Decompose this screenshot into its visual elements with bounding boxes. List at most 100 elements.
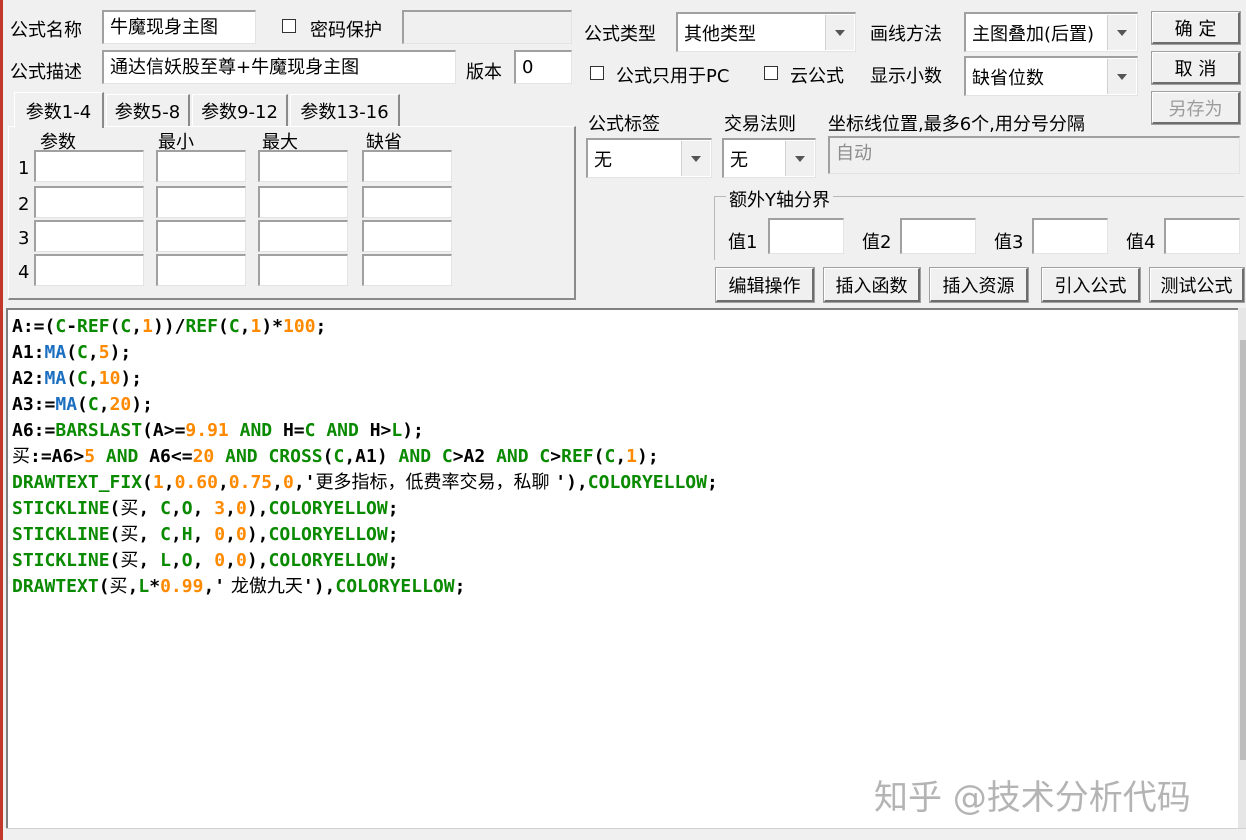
edit-ops-button[interactable]: 编辑操作 — [716, 268, 814, 302]
decimals-label: 显示小数 — [870, 66, 942, 87]
formula-name-label: 公式名称 — [10, 20, 82, 41]
password-checkbox[interactable] — [282, 19, 296, 33]
description-input[interactable]: 通达信妖股至尊+牛魔现身主图 — [102, 50, 456, 84]
cancel-button[interactable]: 取 消 — [1152, 52, 1240, 84]
code-token: 1 — [152, 472, 164, 493]
tab-params-1-4[interactable]: 参数1-4 — [14, 92, 104, 128]
code-line[interactable]: A2:MA(C,10); — [12, 366, 1238, 392]
code-token: , — [225, 498, 236, 519]
code-token: , — [87, 342, 99, 363]
code-token: C — [441, 446, 453, 467]
y-value-1-input[interactable] — [768, 218, 844, 254]
code-token: '), — [555, 472, 588, 493]
y-value-3-input[interactable] — [1032, 218, 1108, 254]
param-row-number: 2 — [18, 194, 30, 215]
code-line[interactable]: 买:=A6>5 AND A6<=20 AND CROSS(C,A1) AND C… — [12, 444, 1238, 470]
param-2-max[interactable] — [258, 186, 348, 218]
decimals-select[interactable]: 缺省位数 — [964, 56, 1138, 96]
cloud-checkbox[interactable] — [764, 66, 778, 80]
param-2-min[interactable] — [156, 186, 246, 218]
ok-button[interactable]: 确 定 — [1152, 12, 1240, 44]
code-token: C — [120, 316, 132, 337]
code-token: )* — [261, 316, 284, 337]
formula-type-label: 公式类型 — [584, 24, 656, 45]
draw-method-select[interactable]: 主图叠加(后置) — [964, 12, 1138, 52]
import-formula-button[interactable]: 引入公式 — [1042, 268, 1140, 302]
param-4-max[interactable] — [258, 254, 348, 286]
test-formula-button[interactable]: 测试公式 — [1150, 268, 1244, 302]
code-token: C — [55, 316, 67, 337]
code-token: , — [192, 498, 215, 519]
param-3-default[interactable] — [362, 220, 452, 252]
trade-rule-select[interactable]: 无 — [722, 138, 816, 178]
code-token: MA — [55, 394, 78, 415]
param-4-min[interactable] — [156, 254, 246, 286]
param-1-name[interactable] — [34, 150, 144, 182]
chevron-down-icon[interactable] — [681, 141, 710, 176]
param-1-min[interactable] — [156, 150, 246, 182]
code-token: , — [131, 316, 143, 337]
code-line[interactable]: STICKLINE(买, L,O, 0,0),COLORYELLOW; — [12, 548, 1238, 574]
code-token: ( — [593, 446, 605, 467]
code-token: 0 — [235, 524, 247, 545]
description-label: 公式描述 — [10, 62, 82, 83]
code-token: ( — [109, 524, 121, 545]
horizontal-scrollbar[interactable] — [6, 828, 1246, 840]
param-4-name[interactable] — [34, 254, 144, 286]
code-token: 买 — [12, 446, 30, 467]
chevron-down-icon[interactable] — [825, 15, 854, 50]
code-token: 龙傲九天 — [225, 576, 303, 597]
code-token: C — [87, 394, 99, 415]
insert-resource-button[interactable]: 插入资源 — [930, 268, 1028, 302]
code-token: COLORYELLOW — [268, 550, 388, 571]
code-token: AND — [95, 446, 150, 467]
code-token: - — [66, 316, 78, 337]
code-token: , — [138, 550, 161, 571]
code-token: 100 — [283, 316, 316, 337]
code-token: 买 — [120, 550, 139, 571]
code-line[interactable]: STICKLINE(买, C,O, 3,0),COLORYELLOW; — [12, 496, 1238, 522]
code-line[interactable]: A6:=BARSLAST(A>=9.91 AND H=C AND H>L); — [12, 418, 1238, 444]
code-line[interactable]: A:=(C-REF(C,1))/REF(C,1)*100; — [12, 314, 1238, 340]
chevron-down-icon[interactable] — [785, 141, 814, 176]
scrollbar-thumb[interactable] — [1240, 340, 1246, 760]
param-1-default[interactable] — [362, 150, 452, 182]
formula-name-input[interactable]: 牛魔现身主图 — [102, 10, 256, 44]
code-line[interactable]: STICKLINE(买, C,H, 0,0),COLORYELLOW; — [12, 522, 1238, 548]
code-editor[interactable]: A:=(C-REF(C,1))/REF(C,1)*100; A1:MA(C,5);… — [6, 308, 1238, 828]
formula-type-value: 其他类型 — [684, 23, 756, 45]
code-token: 1 — [626, 446, 637, 467]
chevron-down-icon[interactable] — [1107, 59, 1136, 94]
code-token: 更多指标，低费率交易，私聊 — [315, 472, 556, 493]
tab-params-5-8[interactable]: 参数5-8 — [106, 94, 190, 126]
tab-params-13-16[interactable]: 参数13-16 — [290, 94, 400, 126]
code-line[interactable]: DRAWTEXT_FIX(1,0.60,0.75,0,'更多指标，低费率交易，私… — [12, 470, 1238, 496]
code-token: ,' — [293, 472, 316, 493]
code-text[interactable]: A:=(C-REF(C,1))/REF(C,1)*100; A1:MA(C,5);… — [8, 310, 1238, 600]
y-value-2-input[interactable] — [900, 218, 976, 254]
pc-only-checkbox[interactable] — [590, 66, 604, 80]
param-4-default[interactable] — [362, 254, 452, 286]
param-2-name[interactable] — [34, 186, 144, 218]
param-3-max[interactable] — [258, 220, 348, 252]
code-token: ; — [387, 498, 399, 519]
param-2-default[interactable] — [362, 186, 452, 218]
insert-function-button[interactable]: 插入函数 — [824, 268, 920, 302]
param-3-min[interactable] — [156, 220, 246, 252]
formula-type-select[interactable]: 其他类型 — [676, 12, 856, 52]
tab-params-9-12[interactable]: 参数9-12 — [192, 94, 288, 126]
code-token: L — [138, 576, 150, 597]
code-token: , — [170, 550, 182, 571]
code-token: 0 — [214, 524, 226, 545]
y-value-4-input[interactable] — [1164, 218, 1240, 254]
formula-tag-select[interactable]: 无 — [586, 138, 712, 178]
param-3-name[interactable] — [34, 220, 144, 252]
chevron-down-icon[interactable] — [1107, 15, 1136, 50]
code-line[interactable]: DRAWTEXT(买,L*0.99,' 龙傲九天'),COLORYELLOW; — [12, 574, 1238, 600]
code-token: AND — [387, 446, 442, 467]
code-line[interactable]: A3:=MA(C,20); — [12, 392, 1238, 418]
version-input[interactable]: 0 — [514, 50, 572, 84]
code-line[interactable]: A1:MA(C,5); — [12, 340, 1238, 366]
code-token: >A2 — [452, 446, 486, 467]
param-1-max[interactable] — [258, 150, 348, 182]
